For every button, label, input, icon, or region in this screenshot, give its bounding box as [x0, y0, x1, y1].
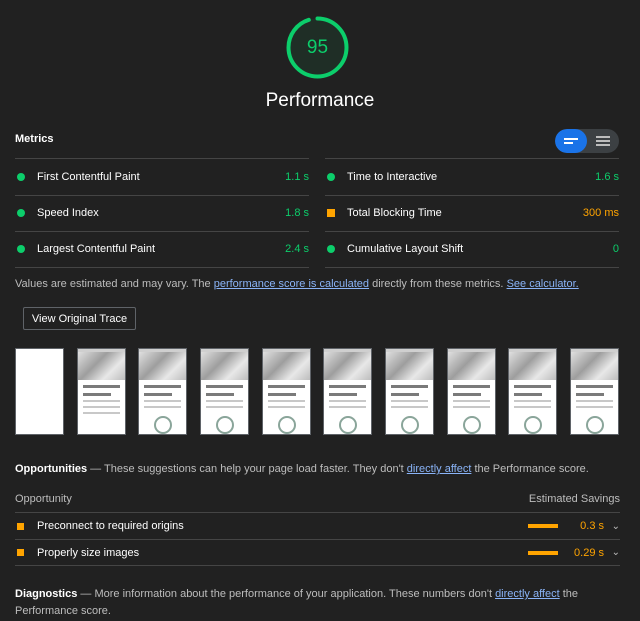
opportunities-description: the Performance score. — [471, 463, 589, 475]
metric-first-contentful-paint: First Contentful Paint 1.1 s — [15, 158, 309, 195]
metric-total-blocking-time: Total Blocking Time 300 ms — [325, 194, 619, 232]
view-original-trace-button[interactable]: View Original Trace — [23, 307, 136, 330]
average-status-icon — [327, 209, 335, 218]
filmstrip-frame — [77, 348, 126, 435]
diagnostics-description: More information about the performance o… — [94, 588, 496, 600]
metric-label: Cumulative Layout Shift — [347, 243, 464, 256]
opportunity-label: Properly size images — [37, 546, 140, 559]
metrics-view-toggle[interactable] — [555, 129, 619, 153]
opportunity-saving: 0.29 s — [574, 546, 604, 559]
metric-label: Time to Interactive — [347, 170, 438, 183]
opportunity-label: Preconnect to required origins — [37, 520, 184, 532]
pass-status-icon — [17, 209, 25, 218]
savings-column-header: Estimated Savings — [528, 493, 620, 505]
metric-speed-index: Speed Index 1.8 s — [15, 194, 309, 232]
metric-largest-contentful-paint: Largest Contentful Paint 2.4 s — [15, 231, 309, 268]
see-calculator-link[interactable]: See calculator. — [507, 278, 579, 290]
opportunity-saving: 0.3 s — [580, 520, 604, 532]
filmstrip-frame — [138, 348, 187, 435]
pass-status-icon — [327, 172, 335, 181]
chevron-down-icon[interactable]: ⌄ — [604, 521, 620, 532]
badge-icon — [585, 416, 604, 434]
opportunity-size-images[interactable]: Properly size images 0.29 s ⌄ — [15, 539, 620, 566]
pass-status-icon — [327, 245, 335, 254]
directly-affect-link[interactable]: directly affect — [407, 463, 472, 475]
filmstrip-frame — [447, 348, 496, 435]
metric-cumulative-layout-shift: Cumulative Layout Shift 0 — [325, 231, 619, 268]
performance-score: 95 — [306, 36, 329, 58]
estimate-text: directly from these metrics. — [369, 278, 507, 290]
chevron-down-icon[interactable]: ⌄ — [604, 547, 620, 558]
average-status-icon — [17, 522, 24, 530]
average-status-icon — [17, 549, 24, 556]
metric-value: 1.6 s — [595, 170, 619, 183]
filmstrip-frame — [385, 348, 434, 435]
separator: — — [77, 588, 95, 600]
metrics-left-column: First Contentful Paint 1.1 s Speed Index… — [15, 158, 309, 268]
diagnostics-title: Diagnostics — [15, 588, 78, 600]
badge-icon — [400, 416, 419, 434]
metric-value: 0 — [612, 243, 619, 256]
score-calculated-link[interactable]: performance score is calculated — [214, 278, 369, 290]
metrics-title: Metrics — [15, 133, 54, 145]
filmstrip-frame — [200, 348, 249, 435]
badge-icon — [153, 416, 172, 434]
metric-label: Largest Contentful Paint — [37, 243, 156, 256]
pass-status-icon — [17, 245, 25, 254]
metric-label: Total Blocking Time — [347, 207, 442, 220]
opportunity-preconnect[interactable]: Preconnect to required origins 0.3 s ⌄ — [15, 512, 620, 539]
metric-label: Speed Index — [37, 207, 99, 220]
badge-icon — [523, 416, 542, 434]
metrics-right-column: Time to Interactive 1.6 s Total Blocking… — [325, 158, 619, 268]
metric-value: 1.8 s — [285, 207, 309, 220]
performance-gauge: 95 — [285, 15, 350, 80]
opportunities-header: Opportunities — These suggestions can he… — [15, 463, 589, 475]
badge-icon — [215, 416, 234, 434]
metric-value: 300 ms — [582, 207, 619, 220]
list-view-icon[interactable] — [555, 129, 587, 153]
badge-icon — [277, 416, 296, 434]
filmstrip — [0, 348, 640, 436]
separator: — — [87, 463, 105, 475]
savings-bar — [528, 524, 558, 528]
metric-value: 2.4 s — [285, 243, 309, 256]
pass-status-icon — [17, 172, 25, 181]
opportunities-list: Preconnect to required origins 0.3 s ⌄ P… — [15, 512, 620, 566]
opportunities-description: These suggestions can help your page loa… — [104, 463, 407, 475]
metric-value: 1.1 s — [285, 170, 309, 183]
filmstrip-frame — [570, 348, 619, 435]
estimate-note: Values are estimated and may vary. The p… — [15, 278, 635, 290]
estimate-text: Values are estimated and may vary. The — [15, 278, 214, 290]
opportunity-column-header: Opportunity — [15, 493, 72, 505]
opportunities-column-headers: Opportunity Estimated Savings — [15, 493, 620, 505]
directly-affect-link[interactable]: directly affect — [495, 588, 560, 600]
filmstrip-frame — [262, 348, 311, 435]
badge-icon — [338, 416, 357, 434]
filmstrip-frame — [508, 348, 557, 435]
filmstrip-frame — [15, 348, 64, 435]
filmstrip-frame — [323, 348, 372, 435]
diagnostics-header: Diagnostics — More information about the… — [15, 586, 615, 620]
gauge-title: Performance — [265, 90, 375, 111]
metric-time-to-interactive: Time to Interactive 1.6 s — [325, 158, 619, 195]
metric-label: First Contentful Paint — [37, 170, 140, 183]
savings-bar — [528, 550, 558, 555]
table-view-icon[interactable] — [587, 129, 619, 153]
opportunities-title: Opportunities — [15, 463, 88, 475]
badge-icon — [462, 416, 481, 434]
